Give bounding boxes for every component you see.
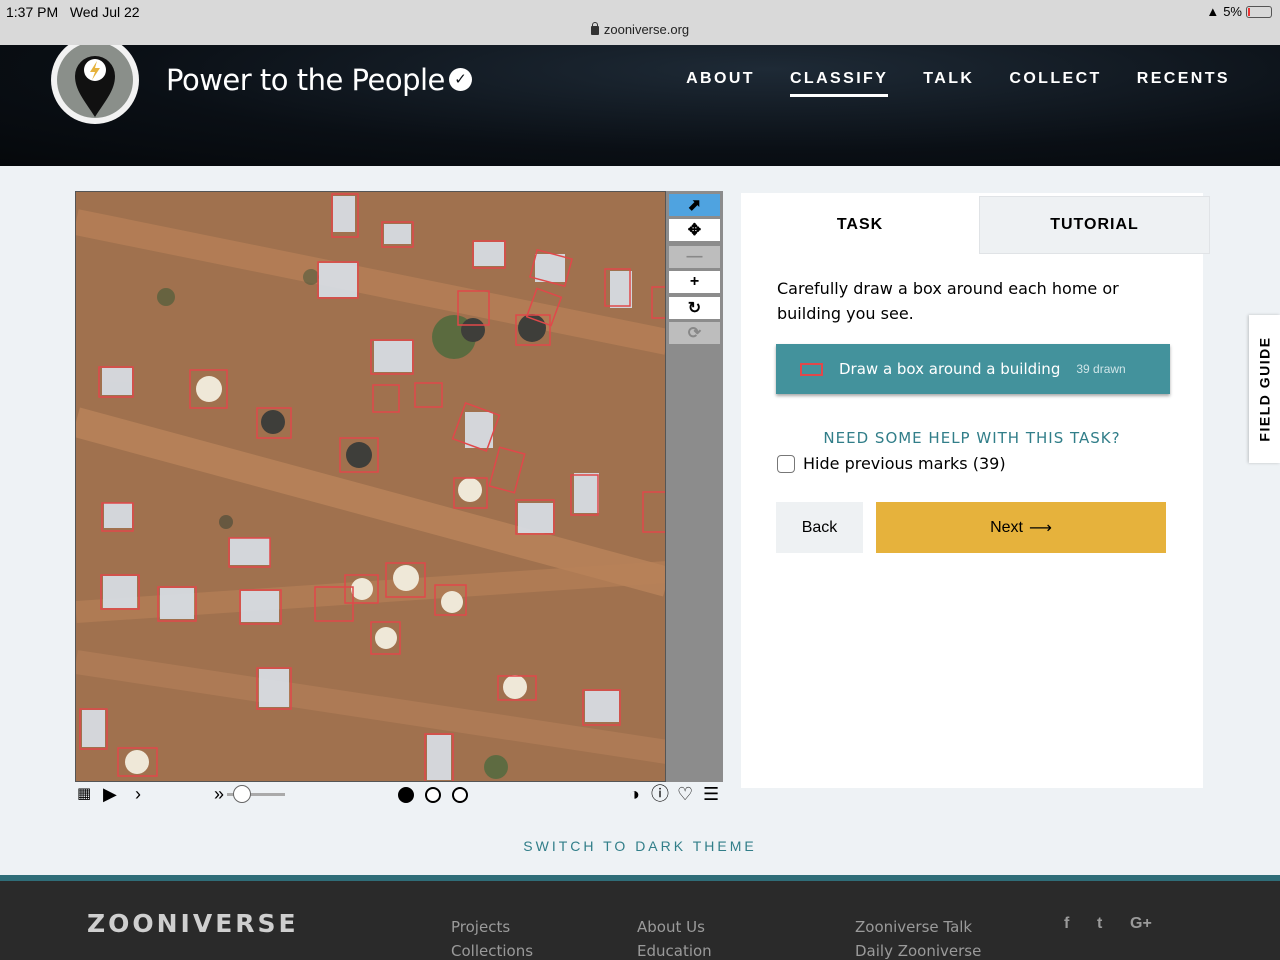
battery-icon (1246, 5, 1272, 18)
verified-check-icon: ✓ (449, 68, 472, 91)
project-logo[interactable] (50, 45, 141, 126)
draw-box-tool-button[interactable]: Draw a box around a building 39 drawn (776, 344, 1170, 394)
tab-task[interactable]: TASK (741, 196, 979, 254)
nav-collect[interactable]: COLLECT (1009, 70, 1101, 97)
pointer-icon[interactable]: ⬈ (669, 194, 720, 216)
footer-link-education[interactable]: Education (637, 939, 712, 960)
task-instructions: Carefully draw a box around each home or… (777, 279, 1119, 323)
draw-tool-count: 39 drawn (1076, 362, 1126, 376)
project-nav: ABOUT CLASSIFY TALK COLLECT RECENTS (686, 70, 1230, 97)
reset-icon[interactable]: ⟳ (669, 322, 720, 344)
project-header: Power to the People ✓ ABOUT CLASSIFY TAL… (0, 45, 1280, 166)
info-icon[interactable]: ⓘ (651, 783, 669, 805)
footer-column-1: Projects Collections (451, 915, 533, 960)
frame-1-dot[interactable] (398, 787, 414, 803)
twitter-icon[interactable]: t (1097, 915, 1102, 933)
step-forward-icon[interactable]: › (135, 783, 141, 805)
playback-speed-slider[interactable] (233, 785, 251, 803)
rectangle-tool-icon (800, 362, 823, 376)
grid-view-icon[interactable]: ▦ (77, 783, 91, 805)
status-right: ▲ 5% (1206, 4, 1272, 19)
task-help-link[interactable]: NEED SOME HELP WITH THIS TASK? (741, 429, 1203, 447)
nav-talk[interactable]: TALK (923, 70, 974, 97)
task-panel: TASK TUTORIAL Carefully draw a box aroun… (741, 193, 1210, 788)
google-plus-icon[interactable]: G+ (1130, 915, 1152, 933)
facebook-icon[interactable]: f (1064, 915, 1069, 933)
fast-forward-icon[interactable]: » (214, 783, 224, 805)
back-button[interactable]: Back (776, 502, 863, 553)
footer-link-projects[interactable]: Projects (451, 915, 533, 939)
wifi-icon: ▲ (1206, 4, 1220, 19)
footer-link-collections[interactable]: Collections (451, 939, 533, 960)
footer-link-about-us[interactable]: About Us (637, 915, 712, 939)
frame-3-dot[interactable] (452, 787, 468, 803)
site-footer: ZOONIVERSE Projects Collections About Us… (0, 881, 1280, 960)
favorite-heart-icon[interactable]: ♡ (677, 783, 693, 805)
project-title[interactable]: Power to the People (166, 63, 445, 97)
collections-list-icon[interactable]: ☰ (703, 783, 719, 805)
ios-status-bar: 1:37 PM Wed Jul 22 ▲ 5% zooniverse.org (0, 0, 1280, 45)
footer-link-daily-zooniverse[interactable]: Daily Zooniverse (855, 939, 981, 960)
switch-dark-theme-link[interactable]: SWITCH TO DARK THEME (0, 838, 1280, 854)
zoom-out-icon[interactable]: — (669, 246, 720, 268)
satellite-image[interactable] (76, 192, 666, 782)
frame-2-dot[interactable] (425, 787, 441, 803)
subject-image-viewer[interactable] (75, 191, 666, 782)
arrow-right-icon: ⟶ (1028, 519, 1052, 537)
invert-contrast-icon[interactable]: ◑ (629, 783, 640, 805)
viewer-toolbar: ⬈ ✥ — + ↻ ⟳ (666, 191, 723, 782)
nav-about[interactable]: ABOUT (686, 70, 755, 97)
hide-marks-toggle: Hide previous marks (39) (777, 454, 1006, 473)
draw-tool-label: Draw a box around a building (839, 360, 1061, 378)
viewer-controls: ▦ ▶ › » ◑ ⓘ ♡ ☰ (75, 783, 723, 807)
field-guide-tab[interactable]: FIELD GUIDE (1249, 315, 1280, 463)
hide-marks-label[interactable]: Hide previous marks (39) (803, 454, 1006, 473)
nav-recents[interactable]: RECENTS (1137, 70, 1230, 97)
next-button[interactable]: Next ⟶ (876, 502, 1166, 553)
footer-link-zooniverse-talk[interactable]: Zooniverse Talk (855, 915, 981, 939)
zooniverse-logo[interactable]: ZOONIVERSE (87, 909, 299, 938)
address-bar[interactable]: zooniverse.org (0, 22, 1280, 37)
lock-icon (590, 22, 599, 35)
nav-classify[interactable]: CLASSIFY (789, 70, 889, 97)
status-time: 1:37 PM Wed Jul 22 (6, 4, 140, 20)
url-text: zooniverse.org (603, 22, 690, 37)
next-label: Next (990, 518, 1023, 536)
play-icon[interactable]: ▶ (103, 783, 117, 805)
battery-percent: 5% (1223, 4, 1242, 19)
footer-column-3: Zooniverse Talk Daily Zooniverse (855, 915, 981, 960)
rotate-icon[interactable]: ↻ (669, 297, 720, 319)
footer-column-2: About Us Education (637, 915, 712, 960)
tab-tutorial[interactable]: TUTORIAL (979, 196, 1210, 254)
zoom-in-icon[interactable]: + (669, 271, 720, 293)
pan-icon[interactable]: ✥ (669, 219, 720, 241)
hide-marks-checkbox[interactable] (777, 454, 795, 473)
field-guide-label: FIELD GUIDE (1256, 336, 1273, 442)
